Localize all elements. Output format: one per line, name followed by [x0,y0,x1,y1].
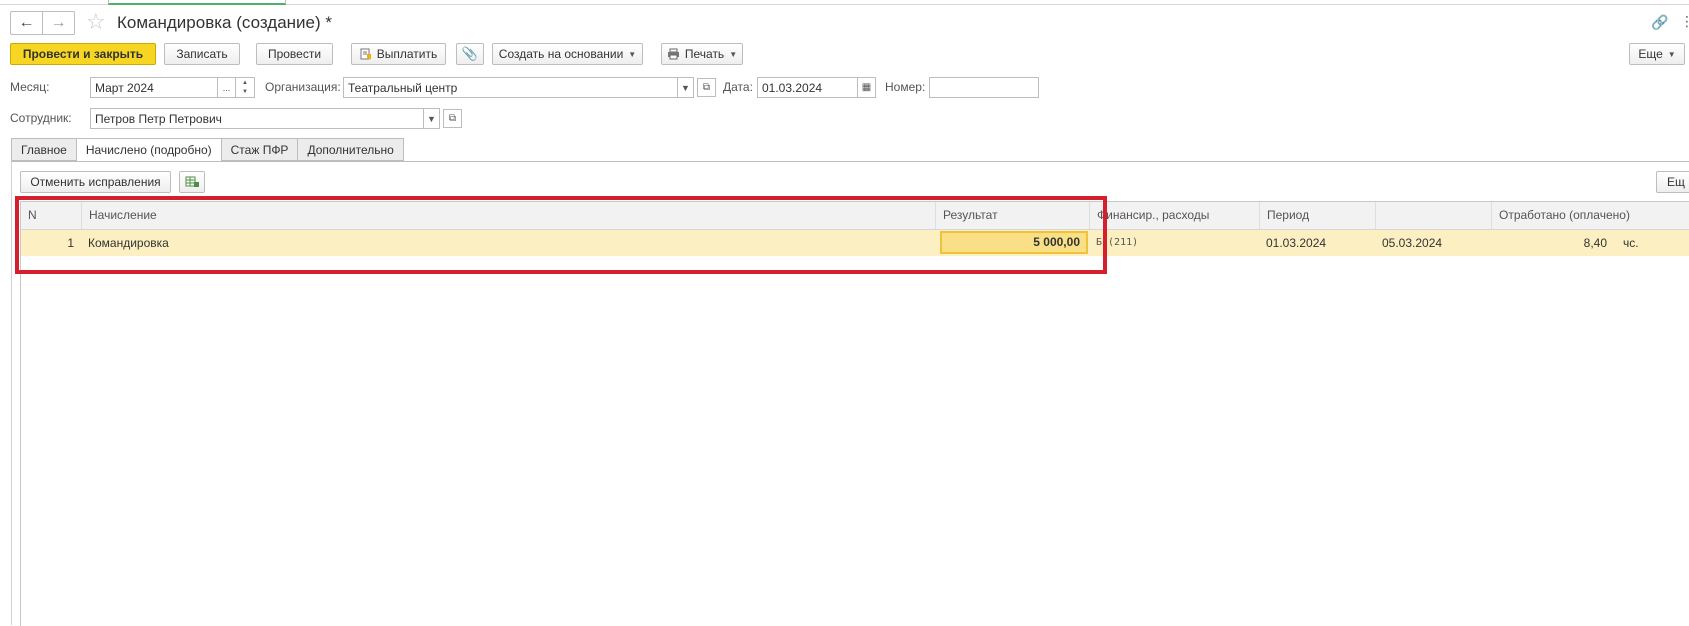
post-and-close-button[interactable]: Провести и закрыть [10,43,156,65]
row-worked-unit: чс. [1623,236,1639,250]
stepper-up-icon[interactable]: ▲ [236,78,254,88]
number-field[interactable] [929,77,1039,98]
date-value: 01.03.2024 [762,80,823,95]
month-select-button[interactable]: ... [218,77,236,98]
date-field[interactable]: 01.03.2024 [757,77,858,98]
favorite-star-icon[interactable]: ☆ [86,11,106,33]
date-label: Дата: [723,80,753,94]
printer-icon [667,48,679,60]
grid-more-label: Ещ [1667,175,1685,189]
row-period-start[interactable]: 01.03.2024 [1266,230,1371,256]
more-vertical-icon[interactable]: ⋮ [1680,13,1689,30]
organization-open-icon[interactable]: ⧉ [697,78,716,97]
paperclip-icon: 📎 [461,46,479,61]
cancel-corrections-button[interactable]: Отменить исправления [20,171,171,193]
post-and-close-label: Провести и закрыть [22,47,144,61]
panel-border [11,161,12,625]
employee-field[interactable]: Петров Петр Петрович [90,108,424,129]
employee-value: Петров Петр Петрович [95,111,222,126]
column-header-worked[interactable]: Отработано (оплачено) [1491,202,1689,229]
number-label: Номер: [885,80,926,94]
form-tabs: Главное Начислено (подробно) Стаж ПФР До… [11,138,404,162]
month-field[interactable]: Март 2024 [90,77,218,98]
column-header-period-end[interactable] [1375,202,1491,229]
window-tab-strip [0,0,1689,5]
employee-dropdown-icon[interactable]: ▼ [424,108,440,129]
save-button[interactable]: Записать [164,43,240,65]
column-header-financing[interactable]: Финансир., расходы [1089,202,1259,229]
employee-open-icon[interactable]: ⧉ [443,109,462,128]
page-title: Командировка (создание) * [117,13,332,32]
month-value: Март 2024 [95,80,154,95]
calendar-icon[interactable]: ▦ [858,77,876,98]
save-label: Записать [176,47,228,61]
highlight-frame [15,196,1107,274]
stepper-down-icon[interactable]: ▼ [236,88,254,97]
organization-label: Организация: [265,80,341,94]
window-tab-active-indicator[interactable] [108,0,286,5]
chevron-down-icon: ▼ [1667,49,1676,59]
cancel-corrections-label: Отменить исправления [30,175,161,189]
back-arrow-icon[interactable]: ← [11,12,42,34]
print-button[interactable]: Печать ▼ [661,43,743,65]
grid-more-button[interactable]: Ещ [1656,171,1689,193]
more-button[interactable]: Еще ▼ [1629,43,1685,65]
chevron-down-icon: ▼ [729,49,738,59]
more-label: Еще [1638,47,1663,61]
organization-dropdown-icon[interactable]: ▼ [678,77,694,98]
row-worked-value[interactable]: 8,40 [1491,230,1607,256]
link-icon[interactable]: 🔗 [1651,14,1668,31]
month-stepper: ▲ ▼ [236,77,255,98]
tab-additional[interactable]: Дополнительно [297,138,404,161]
tab-pension-seniority[interactable]: Стаж ПФР [220,138,298,161]
tab-main[interactable]: Главное [11,138,76,161]
create-based-on-label: Создать на основании [498,47,624,61]
pay-icon [360,48,371,60]
row-financing[interactable]: Б (211) [1096,230,1256,256]
pay-label: Выплатить [376,47,438,61]
create-based-on-button[interactable]: Создать на основании ▼ [492,43,643,65]
tab-divider [11,161,1689,162]
grid-settings-button[interactable] [179,171,205,193]
tab-accrued-detailed[interactable]: Начислено (подробно) [75,138,221,162]
post-button[interactable]: Провести [256,43,333,65]
organization-field[interactable]: Театральный центр [343,77,678,98]
post-label: Провести [267,47,322,61]
pay-button[interactable]: Выплатить [351,43,446,65]
attach-button[interactable]: 📎 [456,43,484,65]
history-nav: ← → [10,11,75,35]
organization-value: Театральный центр [348,80,458,95]
employee-label: Сотрудник: [10,111,72,125]
forward-arrow-icon[interactable]: → [42,12,74,34]
month-label: Месяц: [10,80,50,94]
table-add-icon [185,176,199,187]
row-period-end[interactable]: 05.03.2024 [1382,230,1487,256]
column-header-period[interactable]: Период [1259,202,1375,229]
chevron-down-icon: ▼ [628,49,637,59]
print-label: Печать [684,47,725,61]
